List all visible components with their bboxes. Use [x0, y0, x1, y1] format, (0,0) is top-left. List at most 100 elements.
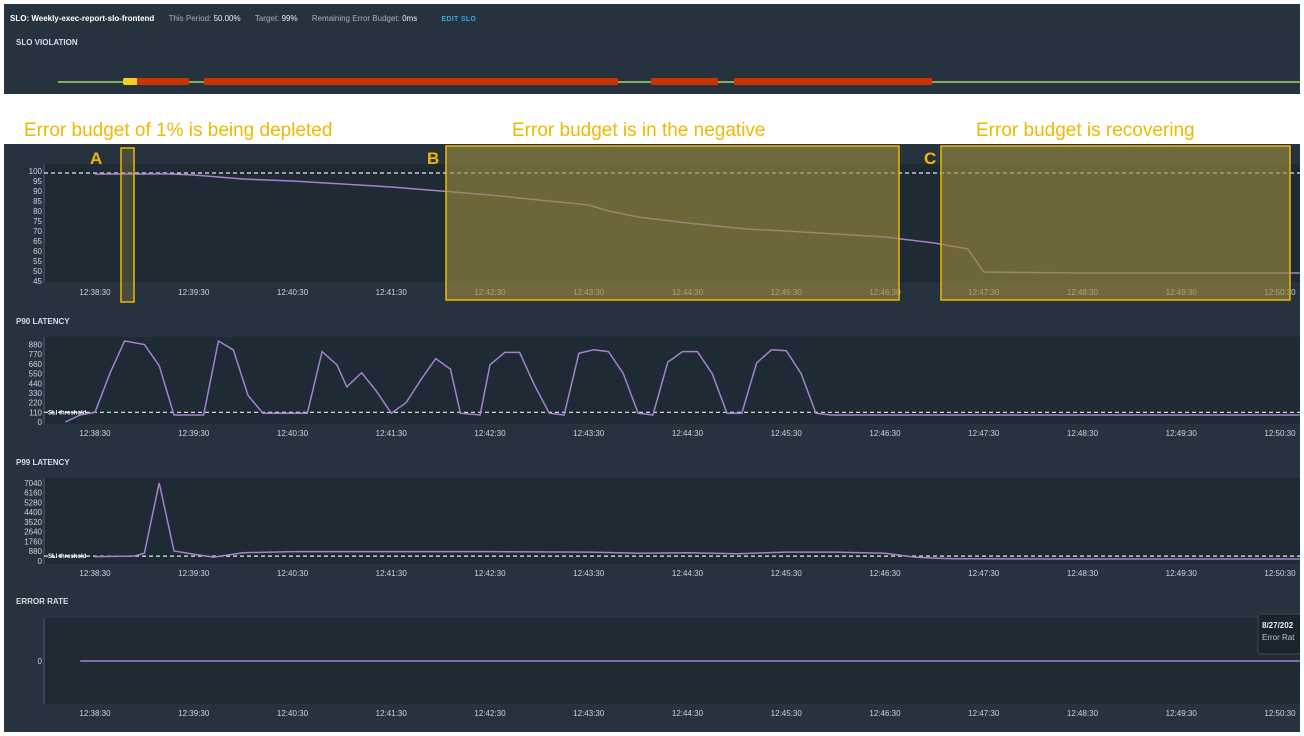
- violation-segment: [204, 78, 618, 85]
- charts-canvas: 1009590858075706560555045 12:38:30 12:39:…: [4, 78, 1300, 718]
- p99-y-tick-label: 4400: [24, 508, 42, 517]
- p99-x-tick-label: 12:42:30: [474, 569, 506, 578]
- error_rate-x-tick-label: 12:46:30: [869, 709, 901, 718]
- p90-x-axis: 12:38:30 12:39:30 12:40:30 12:41:30 12:42:30…: [79, 429, 1296, 438]
- p90-y-tick-label: 330: [29, 389, 43, 398]
- slo-y-tick-label: 65: [33, 237, 42, 246]
- p99-x-axis: 12:38:30 12:39:30 12:40:30 12:41:30 12:42:30…: [79, 569, 1296, 578]
- p99-x-tick-label: 12:46:30: [869, 569, 901, 578]
- p90-y-tick-label: 550: [29, 370, 43, 379]
- p99-y-axis: 70406160528044003520264017608800: [24, 479, 42, 566]
- p90-x-tick-label: 12:46:30: [869, 429, 901, 438]
- error_rate-x-tick-label: 12:50:30: [1264, 709, 1296, 718]
- slo-x-tick-label: 12:40:30: [277, 288, 309, 297]
- tooltip-date: 8/27/202: [1262, 621, 1294, 630]
- p90-x-tick-label: 12:40:30: [277, 429, 309, 438]
- error_rate-x-tick-label: 12:48:30: [1067, 709, 1099, 718]
- p99-x-tick-label: 12:45:30: [771, 569, 803, 578]
- error_rate-x-tick-label: 12:43:30: [573, 709, 605, 718]
- marker-c: C: [924, 149, 936, 168]
- error_rate-y-tick-label: 0: [38, 657, 43, 666]
- p90-y-tick-label: 440: [29, 379, 43, 388]
- error_rate-x-tick-label: 12:49:30: [1166, 709, 1198, 718]
- p90-x-tick-label: 12:43:30: [573, 429, 605, 438]
- p99-y-tick-label: 0: [38, 557, 43, 566]
- p99-y-tick-label: 2640: [24, 528, 42, 537]
- p99-x-tick-label: 12:43:30: [573, 569, 605, 578]
- error_rate-x-tick-label: 12:41:30: [376, 709, 408, 718]
- error-rate-y-axis: 0: [38, 657, 43, 666]
- p90-x-tick-label: 12:50:30: [1264, 429, 1296, 438]
- error-rate-x-axis: 12:38:30 12:39:30 12:40:30 12:41:30 12:42:30…: [79, 709, 1296, 718]
- p99-x-tick-label: 12:50:30: [1264, 569, 1296, 578]
- p99-y-tick-label: 5280: [24, 498, 42, 507]
- p99-x-tick-label: 12:40:30: [277, 569, 309, 578]
- slo-y-tick-label: 60: [33, 247, 42, 256]
- p90-x-tick-label: 12:42:30: [474, 429, 506, 438]
- p99-x-tick-label: 12:41:30: [376, 569, 408, 578]
- slo-y-tick-label: 55: [33, 257, 42, 266]
- error_rate-x-tick-label: 12:39:30: [178, 709, 210, 718]
- p99-y-tick-label: 7040: [24, 479, 42, 488]
- marker-a: A: [90, 149, 102, 168]
- p90-y-tick-label: 770: [29, 350, 43, 359]
- p90-x-tick-label: 12:45:30: [771, 429, 803, 438]
- slo-y-tick-label: 45: [33, 277, 42, 286]
- p99-y-tick-label: 3520: [24, 518, 42, 527]
- slo-y-tick-label: 100: [29, 167, 43, 176]
- slo-x-tick-label: 12:39:30: [178, 288, 210, 297]
- slo-y-axis: 1009590858075706560555045: [29, 167, 43, 286]
- p99-x-tick-label: 12:39:30: [178, 569, 210, 578]
- error_rate-x-tick-label: 12:38:30: [79, 709, 111, 718]
- p90-x-tick-label: 12:48:30: [1067, 429, 1099, 438]
- p99-x-tick-label: 12:48:30: [1067, 569, 1099, 578]
- violation-segment: [734, 78, 932, 85]
- p99-threshold-label: SLI threshold: [48, 554, 87, 560]
- p99-x-tick-label: 12:44:30: [672, 569, 704, 578]
- error_rate-x-tick-label: 12:47:30: [968, 709, 1000, 718]
- p90-x-tick-label: 12:38:30: [79, 429, 111, 438]
- highlight-box-a: [120, 147, 135, 303]
- p90-y-tick-label: 660: [29, 360, 43, 369]
- error_rate-x-tick-label: 12:45:30: [771, 709, 803, 718]
- p99-x-tick-label: 12:49:30: [1166, 569, 1198, 578]
- slo-y-tick-label: 80: [33, 207, 42, 216]
- violation-segment: [137, 78, 189, 85]
- p90-x-tick-label: 12:44:30: [672, 429, 704, 438]
- p90-x-tick-label: 12:47:30: [968, 429, 1000, 438]
- tooltip-label: Error Rat: [1262, 633, 1295, 642]
- p99-y-tick-label: 1760: [24, 537, 42, 546]
- slo-x-tick-label: 12:41:30: [376, 288, 408, 297]
- slo-y-tick-label: 75: [33, 217, 42, 226]
- p99-y-tick-label: 6160: [24, 489, 42, 498]
- slo-y-tick-label: 95: [33, 177, 42, 186]
- highlight-box-c: [940, 145, 1291, 301]
- slo-y-tick-label: 50: [33, 267, 42, 276]
- violation-segment: [651, 78, 718, 85]
- error_rate-x-tick-label: 12:42:30: [474, 709, 506, 718]
- annotation-recovering: Error budget is recovering: [976, 120, 1195, 141]
- p99-x-tick-label: 12:47:30: [968, 569, 1000, 578]
- p90-x-tick-label: 12:39:30: [178, 429, 210, 438]
- slo-x-tick-label: 12:38:30: [79, 288, 111, 297]
- p90-y-tick-label: 110: [29, 408, 42, 417]
- dashboard: SLO: Weekly-exec-report-slo-frontend Thi…: [4, 4, 1300, 732]
- slo-violation-timeline: [58, 78, 1300, 85]
- annotation-depleting: Error budget of 1% is being depleted: [24, 120, 332, 141]
- p99-plot-area: [44, 478, 1300, 564]
- slo-y-tick-label: 85: [33, 197, 42, 206]
- p90-x-tick-label: 12:49:30: [1166, 429, 1198, 438]
- error_rate-x-tick-label: 12:44:30: [672, 709, 704, 718]
- p90-x-tick-label: 12:41:30: [376, 429, 408, 438]
- p90-y-tick-label: 220: [29, 399, 43, 408]
- warning-segment: [123, 78, 138, 85]
- p99-y-tick-label: 880: [29, 547, 43, 556]
- p90-y-axis: 8807706605504403302201100: [29, 341, 43, 427]
- slo-y-tick-label: 70: [33, 227, 42, 236]
- p90-y-tick-label: 0: [38, 418, 43, 427]
- marker-b: B: [427, 149, 439, 168]
- tooltip: 8/27/202 Error Rat: [1257, 613, 1300, 655]
- p99-x-tick-label: 12:38:30: [79, 569, 111, 578]
- annotation-negative: Error budget is in the negative: [512, 120, 766, 141]
- highlight-box-b: [445, 145, 900, 301]
